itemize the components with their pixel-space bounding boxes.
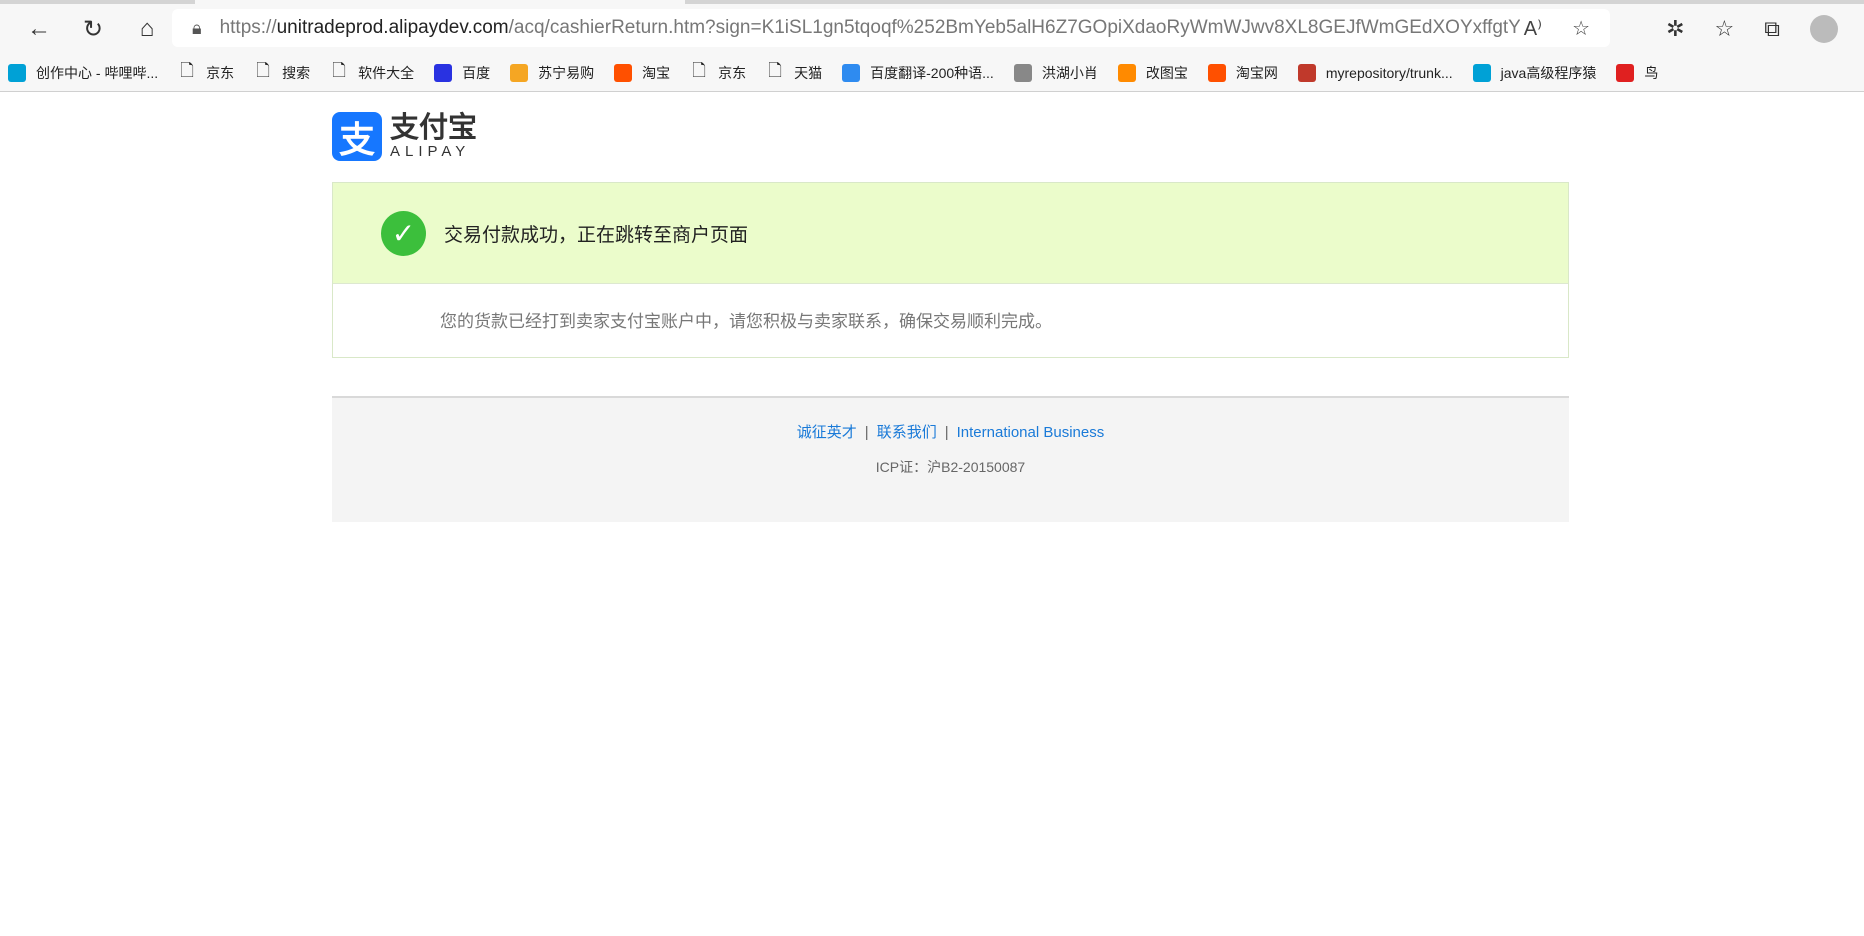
bookmark-item[interactable]: 🗋 京东 bbox=[178, 61, 235, 83]
page-icon: 🗋 bbox=[332, 61, 346, 80]
bookmark-label: java高级程序猿 bbox=[1500, 64, 1597, 81]
bookmarks-bar: 创作中心 - 哔哩哔... 🗋 京东 🗋 搜索 🗋 软件大全 百度 苏宁易购 淘宝 🗋 京东 🗋 天猫 百度… bbox=[0, 54, 1864, 92]
bookmark-label: 京东 bbox=[718, 64, 747, 81]
refresh-icon[interactable]: ↻ bbox=[66, 9, 120, 49]
check-circle-icon: ✓ bbox=[381, 210, 426, 256]
alipay-logo-icon: 支 bbox=[332, 112, 382, 161]
translate-icon bbox=[842, 63, 861, 82]
result-panel: ✓ 交易付款成功，正在跳转至商户页面 您的货款已经打到卖家支付宝账户中，请您积极… bbox=[332, 182, 1569, 358]
url-prefix: https:// bbox=[219, 17, 277, 38]
bookmark-label: 搜索 bbox=[282, 64, 311, 81]
page-icon: 🗋 bbox=[256, 61, 270, 80]
favorites-icon[interactable]: ☆ bbox=[1715, 16, 1735, 42]
icp-license: ICP证：沪B2-20150087 bbox=[875, 459, 1026, 475]
bookmark-label: 改图宝 bbox=[1145, 64, 1188, 81]
alipay-logo: 支 支付宝 ALIPAY bbox=[332, 112, 477, 161]
separator: | bbox=[864, 424, 869, 441]
bookmark-label: 苏宁易购 bbox=[538, 64, 595, 81]
page-icon: 🗋 bbox=[768, 61, 782, 80]
footer-link-international[interactable]: International Business bbox=[957, 424, 1105, 441]
bookmark-label: 百度 bbox=[462, 64, 491, 81]
bookmark-label: 京东 bbox=[206, 64, 235, 81]
back-icon[interactable]: ← bbox=[12, 9, 66, 49]
lock-icon: 🔒︎ bbox=[192, 17, 202, 38]
bookmark-item[interactable]: 🗋 软件大全 bbox=[330, 61, 415, 83]
bird-red-icon bbox=[1616, 63, 1635, 82]
url-text[interactable]: https://unitradeprod.alipaydev.com/acq/c… bbox=[220, 17, 1520, 39]
extensions-icon[interactable]: ✲ bbox=[1666, 16, 1684, 42]
bookmark-item[interactable]: 百度翻译-200种语... bbox=[842, 63, 994, 83]
success-title: 交易付款成功，正在跳转至商户页面 bbox=[444, 223, 749, 246]
add-favorite-icon[interactable]: ☆ bbox=[1572, 16, 1590, 41]
result-description: 您的货款已经打到卖家支付宝账户中，请您积极与卖家联系，确保交易顺利完成。 bbox=[440, 312, 1052, 331]
taobao-icon bbox=[614, 63, 633, 82]
gaitubao-icon bbox=[1117, 63, 1136, 82]
bilibili-icon bbox=[8, 63, 26, 82]
bookmark-label: 创作中心 - 哔哩哔... bbox=[36, 64, 159, 81]
page-icon: 🗋 bbox=[692, 61, 706, 80]
bookmark-label: 淘宝网 bbox=[1235, 64, 1278, 81]
bookmark-label: 软件大全 bbox=[358, 64, 415, 81]
bird-icon bbox=[1013, 63, 1032, 82]
home-icon[interactable]: ⌂ bbox=[120, 9, 174, 49]
bookmark-item[interactable]: 淘宝网 bbox=[1207, 63, 1278, 83]
footer-link-careers[interactable]: 诚征英才 bbox=[797, 424, 857, 441]
bookmark-label: 鸟 bbox=[1644, 64, 1659, 81]
bookmark-item[interactable]: 🗋 搜索 bbox=[254, 61, 311, 83]
bookmark-item[interactable]: java高级程序猿 bbox=[1472, 63, 1597, 83]
bookmark-item[interactable]: 洪湖小肖 bbox=[1013, 63, 1098, 83]
bookmark-item[interactable]: 淘宝 bbox=[614, 63, 670, 83]
url-domain: unitradeprod.alipaydev.com bbox=[276, 17, 509, 38]
bookmark-label: 天猫 bbox=[794, 64, 823, 81]
bookmark-item[interactable]: myrepository/trunk... bbox=[1297, 63, 1453, 82]
suning-icon bbox=[510, 63, 529, 82]
bookmark-label: 洪湖小肖 bbox=[1041, 64, 1098, 81]
bookmark-item[interactable]: 百度 bbox=[434, 63, 490, 83]
bilibili-icon bbox=[1472, 63, 1491, 82]
address-bar[interactable]: 🔒︎ https://unitradeprod.alipaydev.com/ac… bbox=[172, 9, 1610, 47]
bookmark-item[interactable]: 🗋 京东 bbox=[690, 61, 747, 83]
repo-icon bbox=[1297, 63, 1316, 82]
bookmark-label: myrepository/trunk... bbox=[1325, 64, 1453, 81]
profile-avatar[interactable] bbox=[1810, 15, 1838, 43]
browser-toolbar: ← ↻ ⌂ 🔒︎ https://unitradeprod.alipaydev.… bbox=[0, 4, 1864, 54]
bookmark-item[interactable]: 苏宁易购 bbox=[510, 63, 594, 83]
page-icon: 🗋 bbox=[180, 61, 194, 80]
success-banner: ✓ 交易付款成功，正在跳转至商户页面 bbox=[333, 183, 1568, 284]
bookmark-label: 百度翻译-200种语... bbox=[870, 64, 994, 81]
logo-cn: 支付宝 bbox=[390, 112, 478, 144]
logo-en: ALIPAY bbox=[390, 143, 471, 160]
bookmark-item[interactable]: 鸟 bbox=[1616, 63, 1658, 83]
url-path: /acq/cashierReturn.htm?sign=K1iSL1gn5tqo… bbox=[508, 17, 1520, 38]
footer: 诚征英才 | 联系我们 | International Business ICP证：沪B… bbox=[332, 396, 1569, 522]
baidu-icon bbox=[434, 63, 453, 82]
read-aloud-icon[interactable]: A⁾ bbox=[1524, 16, 1542, 41]
collections-icon[interactable]: ⧉ bbox=[1764, 16, 1780, 42]
separator: | bbox=[944, 424, 949, 441]
bookmark-label: 淘宝 bbox=[642, 64, 671, 81]
bookmark-item[interactable]: 创作中心 - 哔哩哔... bbox=[8, 63, 158, 83]
footer-link-contact[interactable]: 联系我们 bbox=[877, 424, 937, 441]
bookmark-item[interactable]: 🗋 天猫 bbox=[766, 61, 823, 83]
taobao-icon bbox=[1207, 63, 1226, 82]
bookmark-item[interactable]: 改图宝 bbox=[1117, 63, 1188, 83]
